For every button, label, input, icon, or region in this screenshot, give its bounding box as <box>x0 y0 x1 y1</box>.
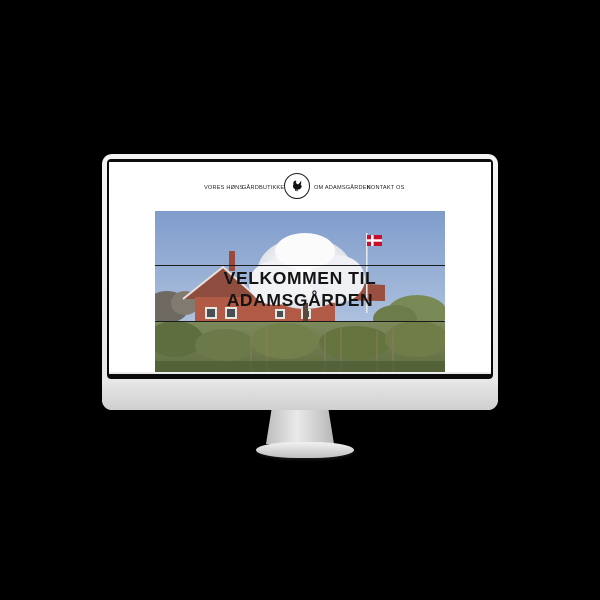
hero-title-line-2: ADAMSGÅRDEN <box>226 290 374 310</box>
monitor-chin <box>102 380 498 410</box>
monitor-stand-base <box>256 442 354 458</box>
hero-banner: VELKOMMEN TIL ADAMSGÅRDEN <box>155 211 445 374</box>
screen-bottom-edge <box>109 372 491 374</box>
site-navigation: VORES HØNS GÅRDBUTIKKEN OM ADAMSGÅRDEN K… <box>109 172 491 204</box>
hero-title: VELKOMMEN TIL ADAMSGÅRDEN <box>155 267 445 311</box>
hero-divider-bottom <box>155 321 445 322</box>
nav-item-om-adamsgarden[interactable]: OM ADAMSGÅRDEN <box>314 185 371 191</box>
site-logo[interactable] <box>284 173 310 199</box>
hero-divider-top <box>155 265 445 266</box>
nav-item-kontakt-os[interactable]: KONTAKT OS <box>367 185 405 191</box>
website-screen: VORES HØNS GÅRDBUTIKKEN OM ADAMSGÅRDEN K… <box>109 162 491 374</box>
hen-icon <box>292 180 302 192</box>
desktop-mockup: VORES HØNS GÅRDBUTIKKEN OM ADAMSGÅRDEN K… <box>0 0 600 600</box>
danish-flag-icon <box>367 235 382 246</box>
nav-item-vores-hons[interactable]: VORES HØNS <box>204 185 243 191</box>
nav-item-gardbutikken[interactable]: GÅRDBUTIKKEN <box>242 185 289 191</box>
hero-title-line-1: VELKOMMEN TIL <box>223 268 377 288</box>
monitor-stand-neck <box>266 410 334 444</box>
